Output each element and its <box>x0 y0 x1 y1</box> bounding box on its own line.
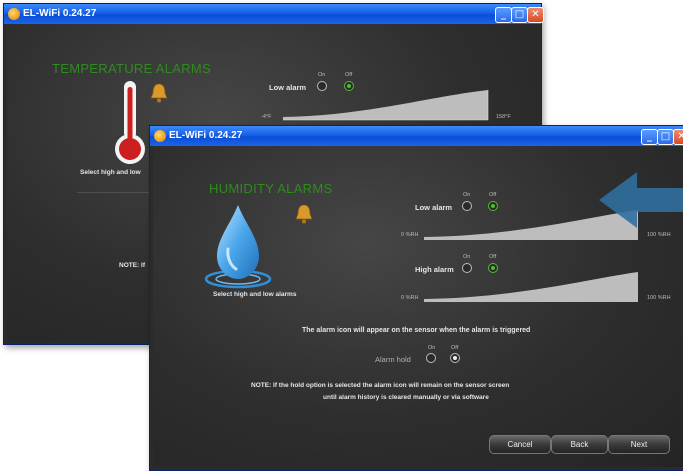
high-alarm-min-label: 0 %RH <box>401 295 419 301</box>
cancel-button[interactable]: Cancel <box>489 435 551 454</box>
arrow-icon <box>599 172 683 228</box>
alarm-hold-off-radio[interactable] <box>450 353 460 363</box>
alarm-hold-on-label: On <box>428 345 436 351</box>
app-icon <box>8 8 20 20</box>
minimize-icon[interactable]: _ <box>641 129 658 145</box>
alarm-hold-on-radio[interactable] <box>426 353 436 363</box>
window-title: EL-WiFi 0.24.27 <box>169 130 243 141</box>
note-text: NOTE: If <box>119 262 145 269</box>
divider <box>77 192 157 193</box>
maximize-icon[interactable]: □ <box>657 129 674 145</box>
app-icon <box>154 130 166 142</box>
humidity-content: HUMIDITY ALARMS Select high and low alar… <box>153 146 683 467</box>
select-text: Select high and low alarms <box>213 291 297 298</box>
title-bar[interactable]: EL-WiFi 0.24.27 _ □ ✕ <box>150 126 683 146</box>
on-label: On <box>318 72 326 78</box>
close-icon[interactable]: ✕ <box>527 7 544 23</box>
minimize-icon[interactable]: _ <box>495 7 512 23</box>
alarm-hold-off-label: Off <box>451 345 459 351</box>
water-drop-icon <box>204 205 272 289</box>
window-title: EL-WiFi 0.24.27 <box>23 8 97 19</box>
maximize-icon[interactable]: □ <box>511 7 528 23</box>
bell-icon <box>295 204 313 224</box>
page-title: TEMPERATURE ALARMS <box>52 61 212 76</box>
off-label: Off <box>345 72 353 78</box>
low-alarm-on-label: On <box>463 192 471 198</box>
next-button[interactable]: Next <box>608 435 670 454</box>
range-min-label: -4°F <box>261 114 272 120</box>
humidity-window: EL-WiFi 0.24.27 _ □ ✕ HUMIDITY ALARMS Se… <box>149 125 683 471</box>
low-alarm-max-label: 100 %RH <box>647 232 671 238</box>
title-bar[interactable]: EL-WiFi 0.24.27 _ □ ✕ <box>4 4 544 24</box>
high-alarm-on-label: On <box>463 254 471 260</box>
close-icon[interactable]: ✕ <box>673 129 683 145</box>
high-alarm-off-label: Off <box>489 254 497 260</box>
thermometer-icon <box>115 81 145 164</box>
low-alarm-min-label: 0 %RH <box>401 232 419 238</box>
page-title: HUMIDITY ALARMS <box>209 181 333 196</box>
back-button[interactable]: Back <box>551 435 608 454</box>
alarm-hold-label: Alarm hold <box>375 355 411 364</box>
high-alarm-max-label: 100 %RH <box>647 295 671 301</box>
temperature-slider[interactable] <box>283 88 489 122</box>
select-text: Select high and low <box>80 169 141 176</box>
range-max-label: 158°F <box>496 114 511 120</box>
bell-icon <box>150 83 168 103</box>
note-line-2: until alarm history is cleared manually … <box>323 394 489 401</box>
high-alarm-slider[interactable] <box>424 270 639 304</box>
low-alarm-off-label: Off <box>489 192 497 198</box>
note-line-1: NOTE: If the hold option is selected the… <box>251 382 510 389</box>
info-text: The alarm icon will appear on the sensor… <box>302 327 531 334</box>
